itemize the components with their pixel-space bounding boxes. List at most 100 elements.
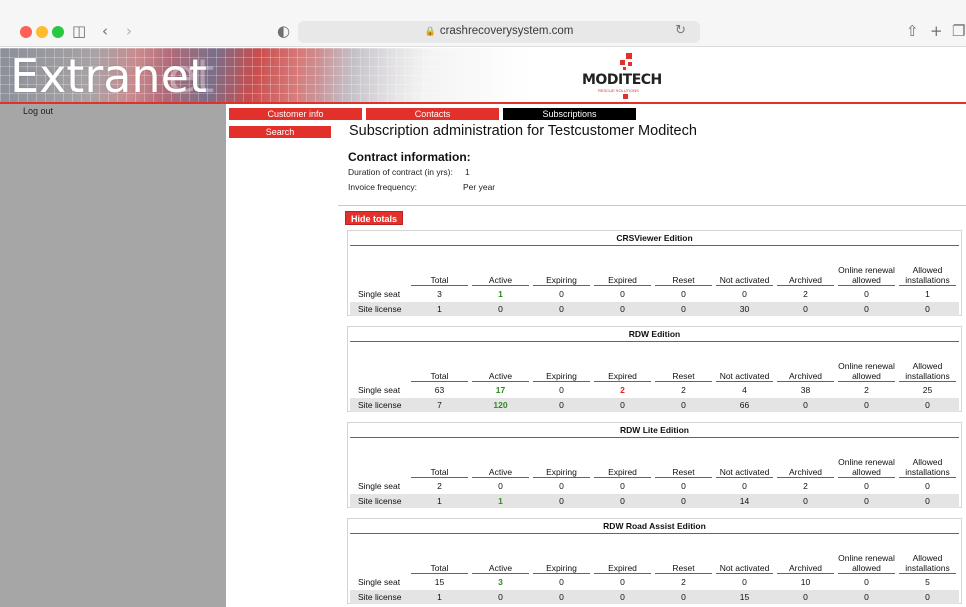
table-cell: 0 [681,400,686,410]
column-header: Not activated [719,467,770,477]
tab-subscriptions[interactable]: Subscriptions [503,108,636,120]
tab-overview-icon[interactable]: ❐ [952,22,965,40]
row-label: Site license [358,304,402,314]
table-cell: 0 [498,304,503,314]
edition-title: RDW Edition [628,329,681,339]
table-cell: 2 [681,385,686,395]
table-cell: 0 [559,289,564,299]
table-cell: 0 [620,400,625,410]
reload-icon[interactable]: ↻ [675,23,686,38]
invoice-frequency-value: Per year [463,182,496,192]
url-text: crashrecoverysystem.com [439,25,574,37]
header-underline [472,381,529,382]
duration-value: 1 [465,167,470,177]
sidebar-toggle-icon[interactable]: ◫ [72,22,86,40]
row-label: Site license [358,592,402,602]
column-header: Active [488,467,513,477]
column-header: Expiring [546,371,577,381]
table-cell: 0 [559,577,564,587]
edition-title: RDW Road Assist Edition [603,521,706,531]
duration-label: Duration of contract (in yrs): [348,167,453,177]
table-row: Site license 7 120 0 0 0 66 0 0 0 [350,398,959,412]
header-underline [899,285,956,286]
table-cell: 0 [864,577,869,587]
table-row: Single seat 3 1 0 0 0 0 2 0 1 [350,287,959,301]
sidebar: Log out [0,104,226,607]
column-header: Reset [672,467,695,477]
table-cell: 0 [742,577,747,587]
row-label: Site license [358,496,402,506]
table-cell: 17 [495,385,506,395]
edition-title-underline [350,533,959,534]
table-cell: 0 [925,592,930,602]
column-header: Online renewal allowed [838,457,895,477]
address-bar[interactable]: 🔒 crashrecoverysystem.com ↻ [298,21,700,43]
close-window-button[interactable] [20,26,32,38]
table-cell: 38 [800,385,811,395]
table-cell: 0 [864,304,869,314]
table-cell: 1 [437,496,442,506]
site-banner: Extranet et MODITECH RESCUE SOLUTIONS [0,48,966,103]
edition-table: CRSViewer Edition Total Active Expiring Expi… [347,230,962,316]
header-underline [411,477,468,478]
header-underline [716,477,773,478]
table-cell: 0 [620,304,625,314]
column-header: Total [430,371,449,381]
browser-toolbar: ◫ ‹ › ◐ 🔒 crashrecoverysystem.com ↻ ⇧ + ❐ [0,0,966,47]
tab-contacts[interactable]: Contacts [366,108,499,120]
table-cell: 0 [498,592,503,602]
table-cell: 1 [925,289,930,299]
header-underline [777,573,834,574]
header-underline [899,573,956,574]
header-underline [838,381,895,382]
header-underline [655,381,712,382]
minimize-window-button[interactable] [36,26,48,38]
header-underline [777,285,834,286]
header-underline [777,381,834,382]
table-cell: 3 [437,289,442,299]
table-cell: 0 [620,481,625,491]
table-row: Site license 1 0 0 0 0 30 0 0 0 [350,302,959,316]
table-cell: 4 [742,385,747,395]
column-header: Total [430,563,449,573]
search-button[interactable]: Search [229,126,331,138]
table-cell: 2 [803,481,808,491]
tab-customer-info[interactable]: Customer info [229,108,362,120]
table-cell: 0 [803,592,808,602]
table-cell: 0 [681,592,686,602]
header-underline [899,477,956,478]
table-row: Single seat 15 3 0 0 2 0 10 0 5 [350,575,959,589]
table-cell: 25 [922,385,933,395]
table-cell: 0 [864,481,869,491]
share-icon[interactable]: ⇧ [906,22,919,40]
header-underline [594,285,651,286]
edition-title-underline [350,437,959,438]
column-header: Not activated [719,563,770,573]
privacy-shield-icon[interactable]: ◐ [277,22,290,40]
table-cell: 0 [925,304,930,314]
table-cell: 0 [742,289,747,299]
row-label: Single seat [358,481,401,491]
new-tab-icon[interactable]: + [930,22,943,40]
column-header: Allowed installations [905,457,950,477]
header-underline [533,477,590,478]
column-header: Active [488,563,513,573]
forward-icon[interactable]: › [126,22,132,40]
logout-link[interactable]: Log out [23,106,53,116]
contract-heading: Contract information: [348,150,471,164]
lock-icon: 🔒 [424,26,436,36]
table-cell: 14 [739,496,750,506]
table-cell: 0 [681,304,686,314]
table-cell: 10 [800,577,811,587]
table-cell: 0 [559,592,564,602]
zoom-window-button[interactable] [52,26,64,38]
column-header: Not activated [719,371,770,381]
header-underline [716,573,773,574]
table-cell: 0 [681,289,686,299]
row-label: Single seat [358,385,401,395]
hide-totals-button[interactable]: Hide totals [345,211,403,225]
table-cell: 0 [559,304,564,314]
back-icon[interactable]: ‹ [102,22,108,40]
table-cell: 1 [498,289,503,299]
column-header: Active [488,371,513,381]
